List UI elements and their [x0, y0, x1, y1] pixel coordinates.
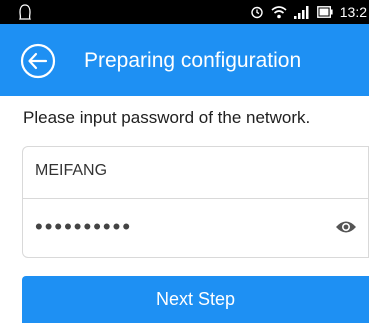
password-field[interactable]: ••••••••••: [22, 198, 369, 258]
status-bar: 13:2: [0, 0, 369, 24]
battery-icon: [316, 6, 333, 18]
next-step-button[interactable]: Next Step: [22, 276, 369, 323]
back-arrow-circle-icon[interactable]: [20, 43, 56, 79]
app-bar: Preparing configuration: [0, 24, 369, 96]
ssid-field[interactable]: MEIFANG: [22, 146, 369, 198]
alarm-icon: [251, 6, 263, 19]
wifi-icon: [271, 5, 287, 18]
page-title: Preparing configuration: [84, 49, 302, 72]
notification-icon: [18, 4, 32, 20]
password-input[interactable]: ••••••••••: [35, 216, 132, 238]
status-right-group: 13:2: [250, 0, 369, 24]
signal-icon: [293, 5, 309, 19]
eye-icon[interactable]: [335, 219, 357, 235]
ssid-value[interactable]: MEIFANG: [35, 162, 335, 180]
status-time: 13:2: [339, 4, 367, 20]
password-prompt: Please input password of the network.: [23, 108, 311, 127]
